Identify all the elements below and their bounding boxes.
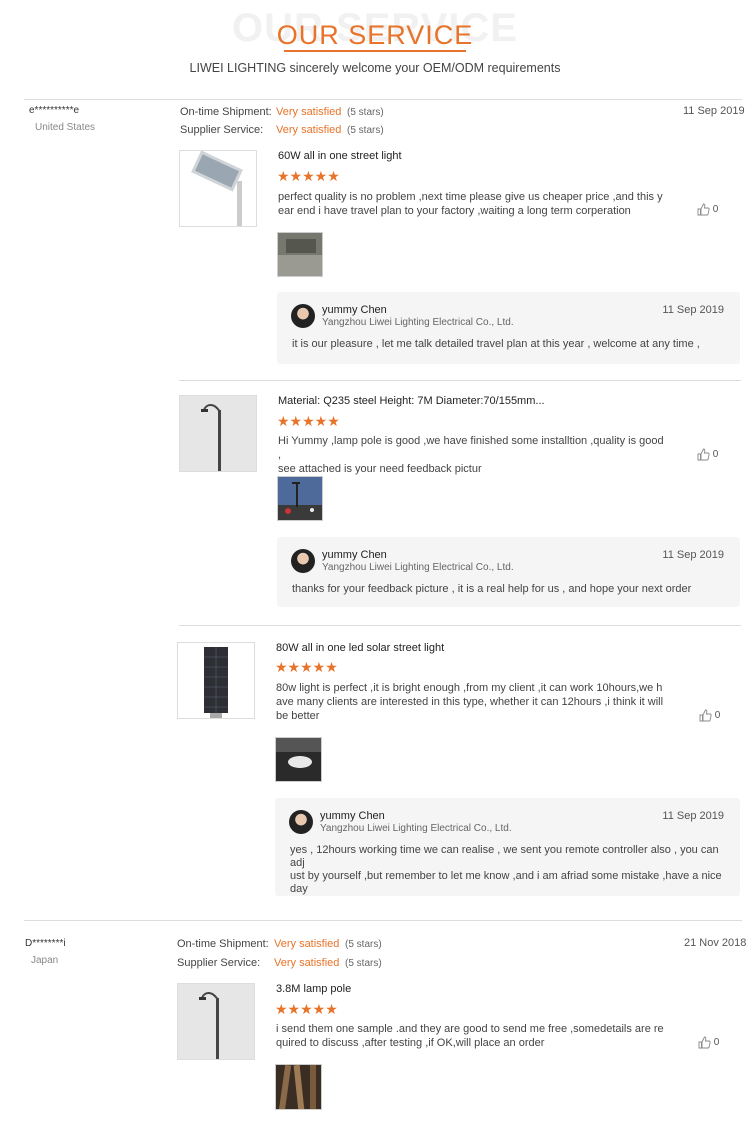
supplier-reply: yummy Chen Yangzhou Liwei Lighting Elect… <box>277 537 740 607</box>
review-line: ear end i have travel plan to your facto… <box>278 205 631 217</box>
product-thumbnail[interactable] <box>177 983 255 1060</box>
review-text: 80w light is perfect ,it is bright enoug… <box>276 681 666 723</box>
reply-author: yummy Chen <box>322 304 387 316</box>
reply-company: Yangzhou Liwei Lighting Electrical Co., … <box>322 317 514 328</box>
avatar <box>289 810 313 834</box>
page-title: OUR SERVICE <box>276 20 474 50</box>
like-count: 0 <box>714 710 721 722</box>
like-button[interactable]: 0 <box>698 1036 719 1049</box>
thumbs-up-icon <box>698 1036 711 1049</box>
rating-label-shipment: On-time Shipment: <box>177 938 269 950</box>
review-line: be better <box>276 710 320 722</box>
reply-line: yes , 12hours working time we can realis… <box>290 844 719 869</box>
page-subtitle: LIWEI LIGHTING sincerely welcome your OE… <box>189 61 561 75</box>
feedback-photo-image <box>276 738 321 781</box>
thumbs-up-icon <box>697 203 710 216</box>
review-photo[interactable] <box>277 476 323 521</box>
rating-value-shipment: Very satisfied <box>276 106 342 118</box>
avatar <box>291 304 315 328</box>
review-date: 11 Sep 2019 <box>683 105 745 117</box>
product-title[interactable]: Material: Q235 steel Height: 7M Diameter… <box>278 395 545 407</box>
review-line: perfect quality is no problem ,next time… <box>278 191 663 203</box>
buyer-name: D********i <box>25 938 66 949</box>
rating-stars-shipment: (5 stars) <box>345 939 382 950</box>
reply-date: 11 Sep 2019 <box>662 304 724 316</box>
review-divider <box>179 380 741 381</box>
rating-stars-service: (5 stars) <box>347 125 384 136</box>
reply-company: Yangzhou Liwei Lighting Electrical Co., … <box>322 562 514 573</box>
reply-line: thanks for your feedback picture , it is… <box>292 583 692 595</box>
reply-date: 11 Sep 2019 <box>662 549 724 561</box>
street-light-image <box>191 151 243 226</box>
reply-author: yummy Chen <box>322 549 387 561</box>
like-count: 0 <box>713 1037 720 1049</box>
reply-line: it is our pleasure , let me talk detaile… <box>292 338 700 350</box>
rating-stars-service: (5 stars) <box>345 958 382 969</box>
product-thumbnail[interactable] <box>177 642 255 719</box>
review-line: 80w light is perfect ,it is bright enoug… <box>276 682 663 694</box>
star-rating: ★★★★★ <box>275 659 338 675</box>
avatar <box>291 549 315 573</box>
review-line: Hi Yummy ,lamp pole is good ,we have fin… <box>278 435 664 461</box>
product-title[interactable]: 80W all in one led solar street light <box>276 642 444 654</box>
reply-line: ust by yourself ,but remember to let me … <box>290 870 722 895</box>
title-underline <box>284 50 466 52</box>
product-title[interactable]: 3.8M lamp pole <box>276 983 351 995</box>
star-rating: ★★★★★ <box>275 1001 338 1017</box>
product-thumbnail[interactable] <box>179 150 257 227</box>
page-header: OUR SERVICE OUR SERVICE LIWEI LIGHTING s… <box>0 0 750 90</box>
supplier-reply: yummy Chen Yangzhou Liwei Lighting Elect… <box>275 798 740 896</box>
reply-author: yummy Chen <box>320 810 385 822</box>
review-line: i send them one sample .and they are goo… <box>276 1023 664 1035</box>
rating-value-shipment: Very satisfied <box>274 938 340 950</box>
review-line: ave many clients are interested in this … <box>276 696 664 708</box>
review-line: quired to discuss ,after testing ,if OK,… <box>276 1037 545 1049</box>
reply-text: yes , 12hours working time we can realis… <box>290 844 728 896</box>
top-divider <box>24 99 742 100</box>
review-text: i send them one sample .and they are goo… <box>276 1022 666 1050</box>
review-photo[interactable] <box>275 1064 322 1110</box>
review-line: see attached is your need feedback pictu… <box>278 463 482 475</box>
rating-value-service: Very satisfied <box>276 124 342 136</box>
star-rating: ★★★★★ <box>277 413 340 429</box>
like-count: 0 <box>712 449 719 461</box>
feedback-photo-image <box>276 1065 321 1109</box>
buyer-name: e**********e <box>29 105 80 116</box>
product-title[interactable]: 60W all in one street light <box>278 150 402 162</box>
thumbs-up-icon <box>699 709 712 722</box>
review-text: perfect quality is no problem ,next time… <box>278 190 668 218</box>
thumbs-up-icon <box>697 448 710 461</box>
buyer-country: Japan <box>31 955 59 966</box>
rating-label-service: Supplier Service: <box>180 124 264 136</box>
rating-stars-shipment: (5 stars) <box>347 107 384 118</box>
review-photo[interactable] <box>275 737 322 782</box>
review-divider <box>179 625 741 626</box>
lamp-pole-image <box>178 984 254 1059</box>
rating-label-shipment: On-time Shipment: <box>180 106 272 118</box>
review-date: 21 Nov 2018 <box>684 937 747 949</box>
buyer-divider <box>24 920 742 921</box>
like-button[interactable]: 0 <box>697 203 718 216</box>
feedback-photo-image <box>278 233 322 276</box>
review-text: Hi Yummy ,lamp pole is good ,we have fin… <box>278 434 668 476</box>
reply-company: Yangzhou Liwei Lighting Electrical Co., … <box>320 823 512 834</box>
review-photo[interactable] <box>277 232 323 277</box>
feedback-photo-image <box>278 477 322 520</box>
reply-text: it is our pleasure , let me talk detaile… <box>292 338 728 351</box>
reply-date: 11 Sep 2019 <box>662 810 724 822</box>
lamp-pole-image <box>180 396 256 471</box>
solar-street-light-image <box>204 647 228 718</box>
star-rating: ★★★★★ <box>277 168 340 184</box>
supplier-reply: yummy Chen Yangzhou Liwei Lighting Elect… <box>277 292 740 364</box>
like-button[interactable]: 0 <box>697 448 718 461</box>
buyer-country: United States <box>35 122 96 133</box>
like-count: 0 <box>712 204 719 216</box>
reply-text: thanks for your feedback picture , it is… <box>292 583 728 596</box>
rating-value-service: Very satisfied <box>274 957 340 969</box>
like-button[interactable]: 0 <box>699 709 720 722</box>
product-thumbnail[interactable] <box>179 395 257 472</box>
rating-label-service: Supplier Service: <box>177 957 261 969</box>
